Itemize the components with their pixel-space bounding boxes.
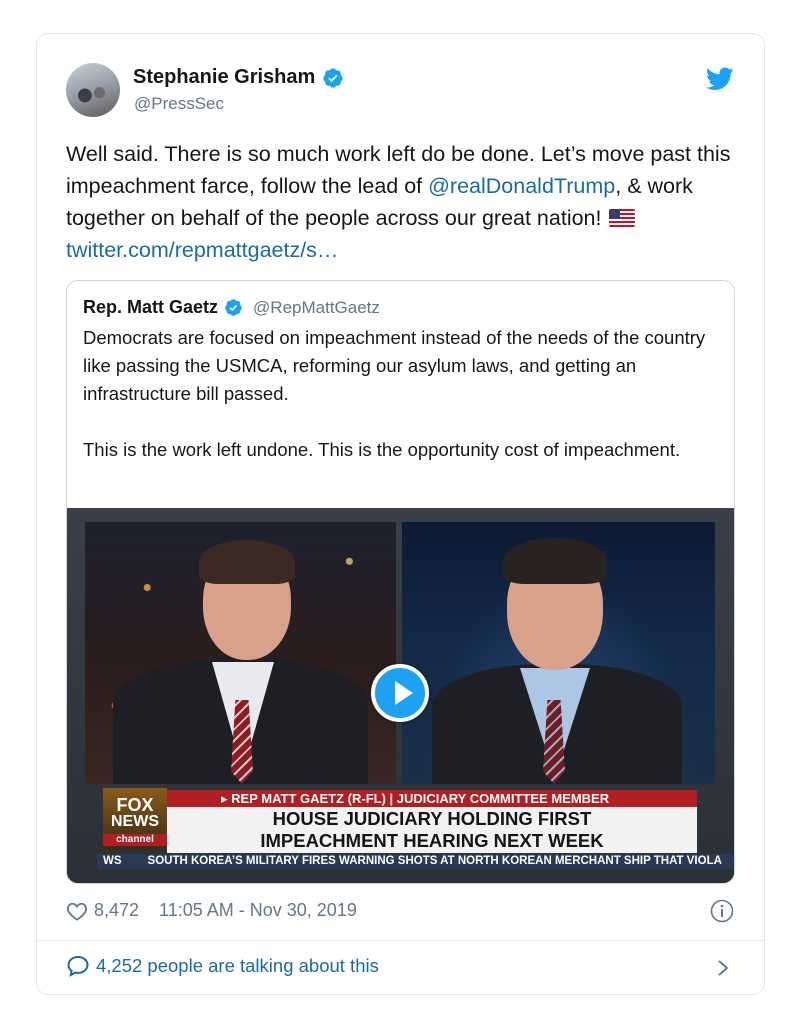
chyron-line-2: IMPEACHMENT HEARING NEXT WEEK — [260, 830, 604, 851]
verified-badge-icon — [323, 67, 343, 88]
ticker-prefix: WS — [103, 855, 122, 867]
video-panel-left — [85, 522, 396, 784]
twitter-bird-icon[interactable] — [706, 67, 734, 91]
chyron-headline: HOUSE JUDICIARY HOLDING FIRST IMPEACHMEN… — [167, 807, 697, 853]
shortened-link[interactable]: twitter.com/repmattgaetz/s… — [66, 238, 338, 262]
embedded-tweet-card: Stephanie Grisham @PressSec Well said. T… — [36, 33, 765, 995]
chyron-top-bar: ▸ REP MATT GAETZ (R-FL) | JUDICIARY COMM… — [167, 790, 697, 807]
quoted-paragraph-1: Democrats are focused on impeachment ins… — [83, 327, 706, 404]
tweet-meta-row: 8,472 11:05 AM - Nov 30, 2019 — [66, 900, 357, 921]
quoted-author-handle[interactable]: @RepMattGaetz — [253, 298, 380, 318]
author-display-name[interactable]: Stephanie Grisham — [133, 66, 315, 89]
logo-line-1: FOX — [116, 795, 154, 815]
quoted-paragraph-2: This is the work left undone. This is th… — [83, 439, 681, 460]
chevron-right-icon[interactable] — [716, 959, 730, 977]
video-player[interactable]: FOX NEWS channel ▸ REP MATT GAETZ (R-FL)… — [67, 508, 734, 883]
logo-line-2: NEWS — [111, 813, 159, 830]
tweet-text: Well said. There is so much work left do… — [66, 138, 746, 266]
tweet-timestamp[interactable]: 11:05 AM - Nov 30, 2019 — [159, 900, 357, 921]
heart-icon[interactable] — [66, 901, 88, 921]
divider — [37, 940, 764, 941]
verified-badge-icon — [225, 299, 242, 316]
news-ticker: WS SOUTH KOREA’S MILITARY FIRES WARNING S… — [97, 854, 734, 869]
video-panel-right — [402, 522, 715, 784]
mention-link[interactable]: @realDonaldTrump — [428, 174, 615, 198]
quoted-tweet-text: Democrats are focused on impeachment ins… — [83, 324, 723, 464]
conversation-link[interactable]: 4,252 people are talking about this — [66, 955, 379, 977]
author-name-row: Stephanie Grisham — [133, 66, 344, 89]
us-flag-icon — [609, 209, 636, 227]
author-handle[interactable]: @PressSec — [134, 94, 224, 114]
ticker-text: SOUTH KOREA’S MILITARY FIRES WARNING SHO… — [147, 855, 722, 867]
quoted-author-row: Rep. Matt Gaetz @RepMattGaetz — [83, 297, 380, 318]
like-count[interactable]: 8,472 — [94, 900, 139, 921]
logo-line-3: channel — [103, 834, 167, 846]
chyron-line-1: HOUSE JUDICIARY HOLDING FIRST — [272, 808, 592, 829]
author-avatar[interactable] — [66, 63, 120, 117]
info-icon[interactable] — [710, 899, 734, 923]
play-icon[interactable] — [371, 664, 429, 722]
quoted-author-name[interactable]: Rep. Matt Gaetz — [83, 297, 218, 318]
fox-news-logo: FOX NEWS channel — [103, 788, 167, 850]
speech-bubble-icon — [67, 955, 89, 977]
quoted-tweet[interactable]: Rep. Matt Gaetz @RepMattGaetz Democrats … — [66, 280, 735, 884]
talking-count[interactable]: 4,252 people are talking about this — [96, 955, 379, 977]
